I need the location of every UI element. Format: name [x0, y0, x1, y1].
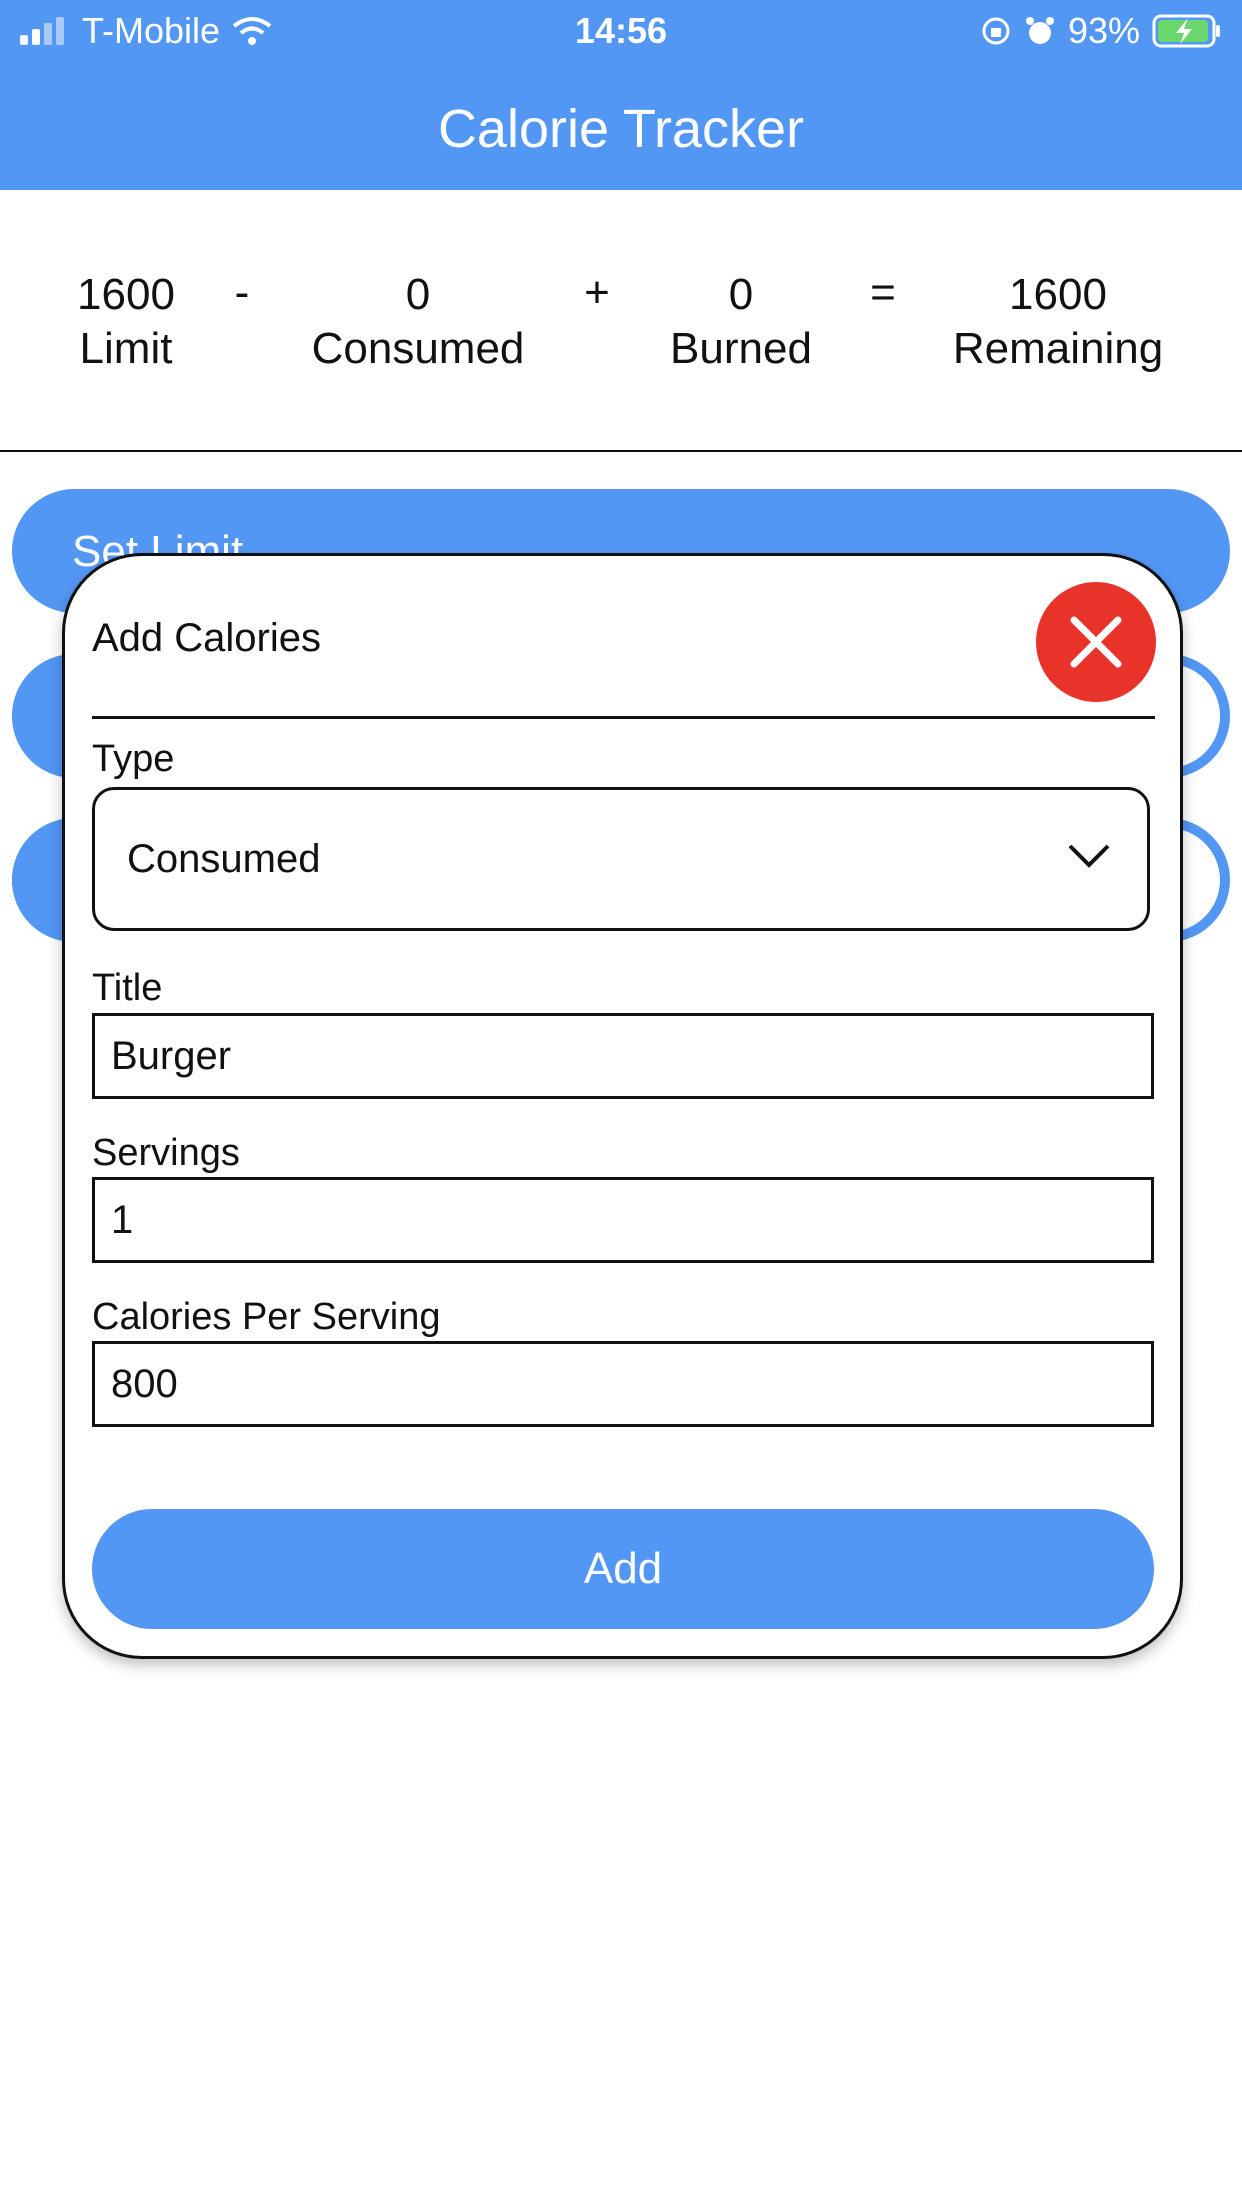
consumed-value: 0 [405, 270, 431, 319]
orientation-lock-icon [982, 17, 1010, 45]
remaining-stat: 1600 Remaining [953, 268, 1163, 376]
battery-charging-icon [1152, 14, 1220, 48]
modal-title: Add Calories [92, 616, 322, 660]
type-label: Type [92, 738, 175, 780]
consumed-stat: 0 Consumed [312, 268, 525, 376]
add-button[interactable]: Add [92, 1509, 1154, 1629]
limit-label: Limit [79, 324, 173, 373]
burned-stat: 0 Burned [670, 268, 812, 376]
alarm-icon [1025, 17, 1054, 44]
close-icon [1070, 616, 1122, 668]
add-button-label: Add [583, 1544, 663, 1593]
status-bar: T-Mobile 14:56 93% [0, 0, 1242, 62]
battery-percent: 93% [1067, 10, 1140, 51]
limit-stat: 1600 Limit [77, 268, 175, 376]
app-header: T-Mobile 14:56 93% Calorie Tracker [0, 0, 1242, 190]
close-button[interactable] [1036, 582, 1156, 702]
chevron-down-icon [1068, 844, 1110, 868]
minus-operator: - [234, 268, 250, 317]
consumed-label: Consumed [311, 324, 525, 373]
calories-per-serving-value: 800 [111, 1361, 178, 1406]
calories-per-serving-input[interactable]: 800 [92, 1341, 1154, 1427]
type-select[interactable]: Consumed [92, 787, 1150, 931]
remaining-label: Remaining [952, 324, 1164, 373]
modal-divider [92, 716, 1155, 719]
plus-operator: + [584, 268, 610, 317]
burned-label: Burned [670, 324, 812, 373]
type-select-value: Consumed [127, 836, 321, 881]
add-calories-modal: Add Calories Type Consumed Title Burger … [62, 553, 1183, 1659]
servings-input[interactable]: 1 [92, 1177, 1154, 1263]
title-label: Title [92, 967, 163, 1009]
calories-per-serving-label: Calories Per Serving [92, 1296, 441, 1338]
equals-operator: = [870, 268, 896, 317]
title-input-value: Burger [111, 1033, 232, 1078]
remaining-value: 1600 [1009, 270, 1107, 319]
page-title: Calorie Tracker [437, 99, 805, 159]
servings-input-value: 1 [111, 1197, 134, 1242]
burned-value: 0 [728, 270, 754, 319]
title-input[interactable]: Burger [92, 1013, 1154, 1099]
calorie-summary: 1600 Limit - 0 Consumed + 0 Burned = 160… [0, 190, 1242, 452]
servings-label: Servings [92, 1132, 240, 1174]
limit-value: 1600 [77, 270, 175, 319]
